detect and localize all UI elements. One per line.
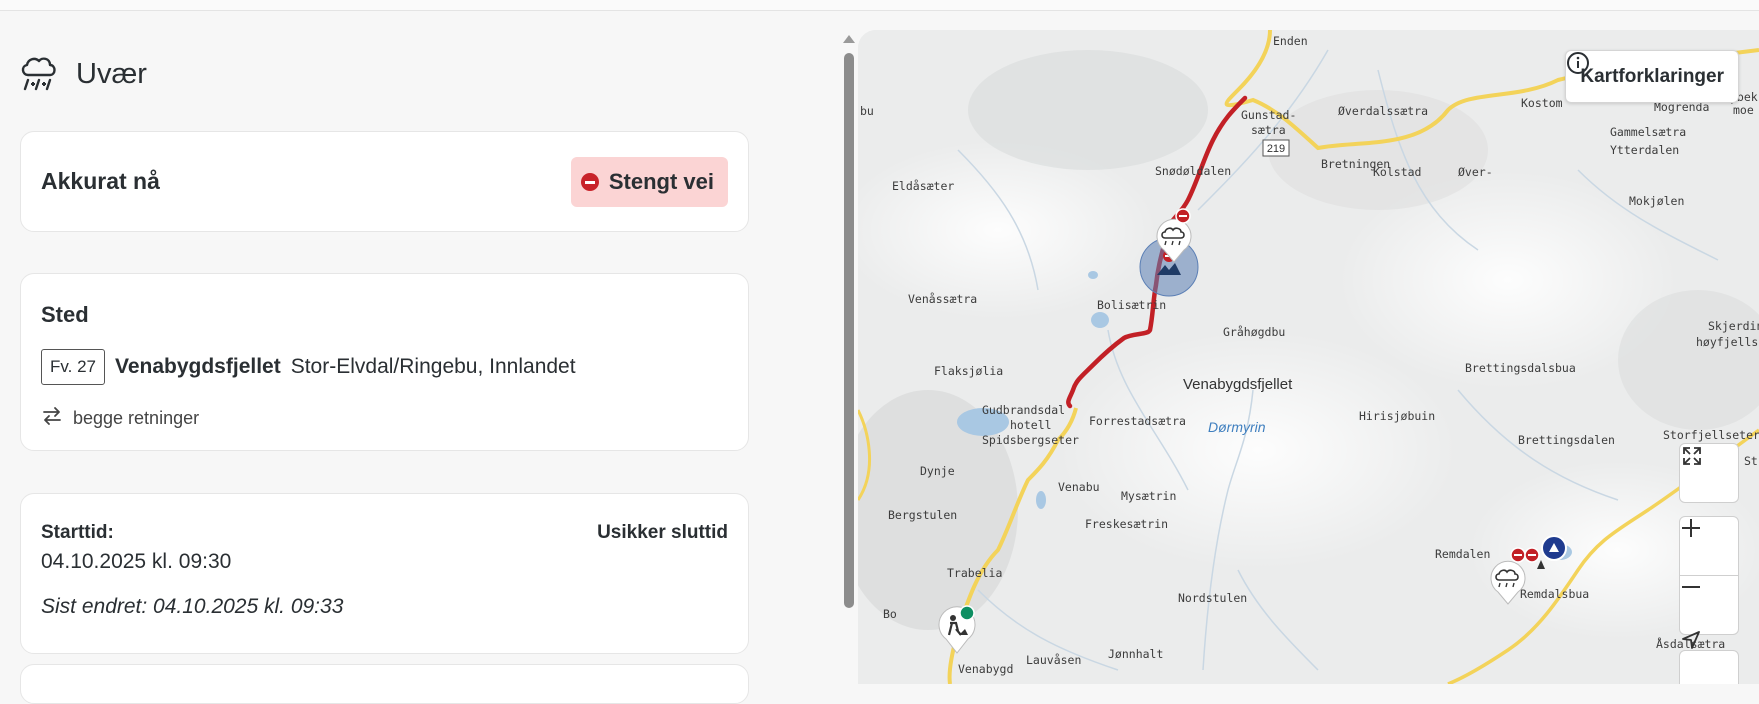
- map-label: Bergstulen: [888, 508, 958, 522]
- last-changed: Sist endret: 04.10.2025 kl. 09:33: [41, 595, 344, 618]
- map-label: Brettingsdalen: [1518, 433, 1615, 447]
- map-label: Dørmyrin: [1208, 419, 1266, 435]
- map-label: Mysætrin: [1121, 489, 1177, 503]
- map-label: Snødøldalen: [1155, 164, 1232, 178]
- map-label: Venabu: [1058, 480, 1100, 494]
- scroll-up-icon[interactable]: [843, 35, 855, 43]
- status-badge: Stengt vei: [570, 157, 728, 207]
- page-heading: Uvær: [18, 51, 147, 98]
- map-label: Remdalen: [1435, 547, 1491, 561]
- map-label: Venåssætra: [908, 292, 978, 306]
- map[interactable]: 219 Enden Gunstad- sætra Øverdalssætra K…: [858, 30, 1759, 684]
- map-label: Kolstad: [1373, 165, 1422, 179]
- map-label: St: [1744, 454, 1758, 468]
- map-label: Dynje: [920, 464, 955, 478]
- map-label: Hirisjøbuin: [1359, 409, 1436, 423]
- map-legend-button[interactable]: Kartforklaringer: [1565, 50, 1739, 103]
- no-entry-icon: [580, 173, 599, 191]
- map-label: Ytterdalen: [1610, 143, 1680, 157]
- location-card: Sted Fv. 27 Venabygdsfjellet Stor-Elvdal…: [20, 273, 749, 451]
- map-label: Gråhøgdbu: [1223, 325, 1286, 339]
- map-legend-label: Kartforklaringer: [1580, 65, 1724, 87]
- map-label: Øverdalssætra: [1338, 104, 1429, 118]
- map-label: Mokjølen: [1629, 194, 1685, 208]
- status-badge-text: Stengt vei: [608, 169, 714, 194]
- status-label: Akkurat nå: [41, 168, 160, 194]
- map-label: sætra: [1251, 123, 1286, 137]
- top-bar: [0, 0, 1759, 11]
- map-label: Nordstulen: [1178, 591, 1248, 605]
- direction-row: begge retninger: [41, 405, 199, 432]
- zoom-in-button[interactable]: [1679, 516, 1739, 576]
- map-label: Remdalsbua: [1520, 587, 1590, 601]
- location-row: Fv. 27 Venabygdsfjellet Stor-Elvdal/Ring…: [41, 349, 576, 385]
- map-label: Bo: [883, 607, 897, 621]
- map-label: Gammelsætra: [1610, 125, 1687, 139]
- next-card: [20, 664, 749, 704]
- fullscreen-button[interactable]: [1679, 443, 1739, 503]
- map-label: Venabygdsfjellet: [1183, 376, 1293, 393]
- details-panel: Uvær Akkurat nå Stengt vei Sted Fv. 27 V…: [0, 11, 842, 704]
- page-title: Uvær: [76, 58, 147, 90]
- map-label: Flaksjølia: [934, 364, 1004, 378]
- map-label: Kostom: [1521, 96, 1563, 110]
- map-label: Lauvåsen: [1026, 653, 1082, 667]
- map-label: høyfjellsho: [1696, 335, 1759, 349]
- map-label: Freskesætrin: [1085, 517, 1169, 531]
- road-name: Venabygdsfjellet: [114, 355, 281, 378]
- map-label: Skjerding: [1708, 319, 1759, 333]
- two-way-arrows-icon: [41, 405, 73, 432]
- scrollbar-thumb[interactable]: [844, 53, 854, 608]
- map-label: Trabelia: [947, 566, 1003, 580]
- map-label: Jønnhalt: [1108, 647, 1164, 661]
- map-label: Bolisætrin: [1097, 298, 1167, 312]
- start-time-value: 04.10.2025 kl. 09:30: [41, 550, 232, 573]
- cloud-rain-snow-icon: [18, 51, 60, 98]
- time-card: Starttid: 04.10.2025 kl. 09:30 Usikker s…: [20, 493, 749, 654]
- start-time-label: Starttid:: [41, 522, 114, 543]
- map-label: Enden: [1273, 34, 1308, 48]
- map-label: Gudbrandsdal: [982, 403, 1066, 417]
- direction-text: begge retninger: [73, 408, 200, 428]
- map-label: hotell: [1010, 418, 1052, 432]
- zoom-out-button[interactable]: [1679, 575, 1739, 635]
- place-name: Stor-Elvdal/Ringebu, Innlandet: [290, 355, 576, 378]
- road-number-219: 219: [1267, 143, 1285, 155]
- map-label: Venabygd: [958, 662, 1014, 676]
- map-label: bu: [860, 104, 874, 118]
- map-label: Storfjellseter: [1663, 428, 1759, 442]
- location-label: Sted: [41, 302, 89, 327]
- map-label: Spidsbergseter: [982, 433, 1079, 447]
- map-label: Brettingsdalsbua: [1465, 361, 1576, 375]
- map-label: moe: [1733, 103, 1754, 117]
- map-label: Øver-: [1458, 165, 1493, 179]
- end-time-label: Usikker sluttid: [597, 522, 728, 543]
- map-label: Gunstad-: [1241, 108, 1297, 122]
- status-card: Akkurat nå Stengt vei: [20, 131, 749, 232]
- my-location-button[interactable]: [1679, 631, 1739, 684]
- road-tag: Fv. 27: [41, 349, 105, 385]
- map-label: Eldåsæter: [892, 179, 955, 193]
- map-label: Forrestadsætra: [1089, 414, 1186, 428]
